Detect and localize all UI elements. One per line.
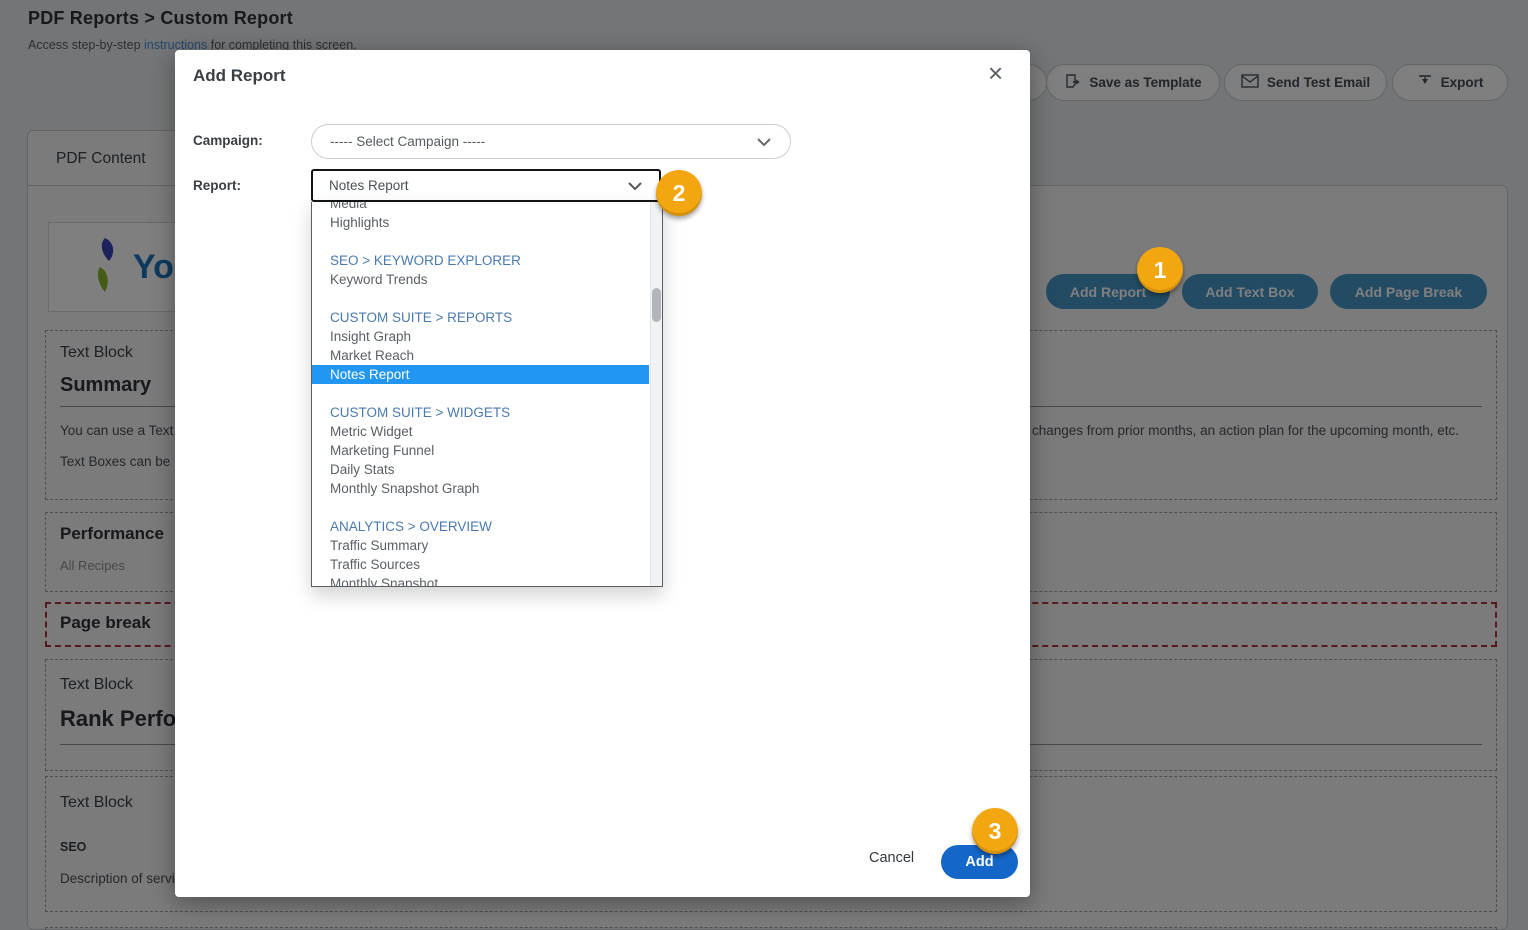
dropdown-scrollbar-track[interactable] xyxy=(650,202,663,587)
campaign-select-value: ----- Select Campaign ----- xyxy=(330,134,485,149)
dropdown-scrollbar-thumb[interactable] xyxy=(652,288,661,322)
campaign-select[interactable]: ----- Select Campaign ----- xyxy=(311,124,791,159)
dropdown-group-header: SEO > KEYWORD EXPLORER xyxy=(312,251,649,270)
dropdown-item[interactable]: Media xyxy=(312,202,649,213)
dropdown-item[interactable]: Daily Stats xyxy=(312,460,649,479)
close-icon[interactable]: × xyxy=(988,60,1003,86)
report-select-value: Notes Report xyxy=(329,178,409,193)
campaign-label: Campaign: xyxy=(193,133,263,148)
modal-title: Add Report xyxy=(193,66,286,86)
step-badge-2: 2 xyxy=(656,170,702,216)
dropdown-item[interactable]: Market Reach xyxy=(312,346,649,365)
dropdown-item[interactable]: Metric Widget xyxy=(312,422,649,441)
dropdown-item[interactable]: Monthly Snapshot Graph xyxy=(312,479,649,498)
chevron-down-icon xyxy=(627,181,643,191)
report-dropdown-list: MediaHighlights SEO > KEYWORD EXPLORERKey… xyxy=(311,202,663,587)
dropdown-rows: MediaHighlights SEO > KEYWORD EXPLORERKey… xyxy=(312,202,649,587)
report-select[interactable]: Notes Report xyxy=(311,169,661,202)
dropdown-group-header: CUSTOM SUITE > REPORTS xyxy=(312,308,649,327)
dropdown-item[interactable]: Notes Report xyxy=(312,365,649,384)
dropdown-item[interactable]: Monthly Snapshot xyxy=(312,574,649,587)
dropdown-item[interactable]: Insight Graph xyxy=(312,327,649,346)
dropdown-item[interactable]: Traffic Sources xyxy=(312,555,649,574)
chevron-down-icon xyxy=(756,137,772,147)
cancel-button[interactable]: Cancel xyxy=(869,850,914,866)
dropdown-group-header: CUSTOM SUITE > WIDGETS xyxy=(312,403,649,422)
dropdown-group-header: ANALYTICS > OVERVIEW xyxy=(312,517,649,536)
step-badge-3: 3 xyxy=(972,808,1018,854)
dropdown-item[interactable]: Marketing Funnel xyxy=(312,441,649,460)
dropdown-item[interactable]: Highlights xyxy=(312,213,649,232)
add-button-label: Add xyxy=(965,854,993,870)
dropdown-item[interactable]: Keyword Trends xyxy=(312,270,649,289)
dropdown-item[interactable]: Traffic Summary xyxy=(312,536,649,555)
app-root: PDF Reports > Custom Report Access step-… xyxy=(0,0,1528,930)
report-label: Report: xyxy=(193,178,241,193)
step-badge-1: 1 xyxy=(1137,247,1183,293)
